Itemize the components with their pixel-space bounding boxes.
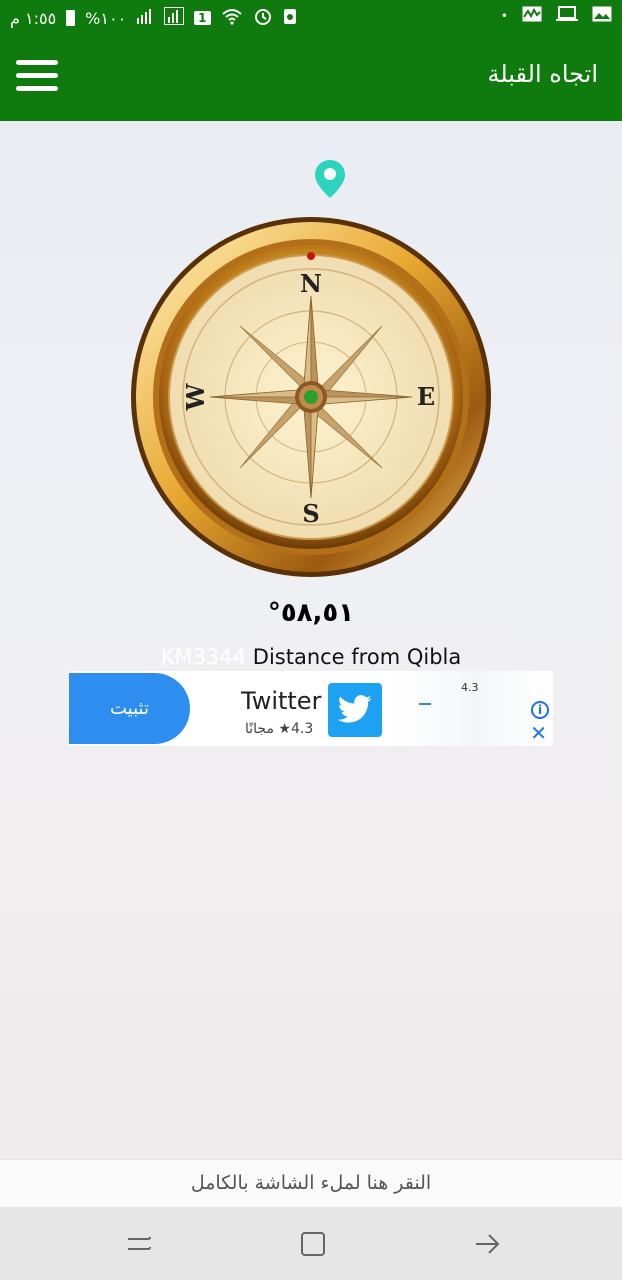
- status-left: ١:٥٥ م %١٠٠ 1: [10, 6, 297, 30]
- app-title: اتجاه القبلة: [487, 60, 598, 88]
- compass-west-label: W: [181, 382, 210, 411]
- compass-east-label: E: [417, 382, 435, 411]
- distance-value: KM3344: [160, 645, 247, 669]
- recycle-icon: [283, 7, 297, 29]
- qibla-pin-icon: [313, 158, 347, 200]
- ad-close-icon[interactable]: ✕: [530, 723, 547, 743]
- menu-icon-bar: [16, 60, 58, 65]
- back-button[interactable]: [472, 1229, 502, 1259]
- ad-banner[interactable]: تثبيت Twitter 4.3★ مجانًا 4.3 i ✕: [69, 671, 553, 746]
- wifi-icon: [221, 7, 243, 29]
- fullscreen-hint[interactable]: النقر هنا لملء الشاشة بالكامل: [0, 1159, 622, 1207]
- back-arrow-icon: [476, 1234, 500, 1254]
- menu-icon-bar: [16, 86, 58, 91]
- home-icon: [301, 1232, 325, 1256]
- activity-icon: [522, 6, 542, 26]
- recents-icon: [128, 1236, 151, 1250]
- ad-preview: 4.3 i ✕: [391, 671, 553, 746]
- recents-button[interactable]: [124, 1229, 154, 1259]
- compass-south-label: S: [302, 499, 319, 528]
- menu-button[interactable]: [16, 60, 58, 96]
- home-button[interactable]: [298, 1229, 328, 1259]
- laptop-icon: [556, 6, 578, 26]
- status-right: •: [501, 6, 612, 26]
- notification-dot: •: [500, 9, 508, 23]
- menu-icon-bar: [16, 73, 58, 78]
- alarm-icon: [253, 6, 273, 30]
- ad-app-name: Twitter: [241, 687, 322, 715]
- battery-icon: [66, 10, 76, 26]
- ad-info-icon[interactable]: i: [531, 701, 549, 719]
- app-bar: اتجاه القبلة: [0, 36, 622, 121]
- system-nav-bar: [0, 1207, 622, 1280]
- status-bar: ١:٥٥ م %١٠٠ 1 •: [0, 0, 622, 36]
- compass: N S E W: [130, 216, 492, 578]
- distance-label: Distance from Qibla: [252, 645, 462, 669]
- ad-install-button[interactable]: تثبيت: [69, 673, 190, 744]
- signal-2-icon: [164, 7, 185, 29]
- sim-slot-badge: 1: [194, 11, 211, 25]
- compass-north-label: N: [300, 269, 322, 298]
- ad-preview-dash: [419, 703, 431, 705]
- qibla-distance: KM3344 Distance from Qibla: [0, 645, 622, 669]
- image-icon: [592, 6, 612, 26]
- twitter-bird-icon[interactable]: [328, 683, 382, 737]
- ad-app-rating: 4.3★ مجانًا: [245, 721, 314, 737]
- qibla-degree: ٥٨,٥١°: [267, 598, 355, 628]
- signal-icon: [136, 8, 154, 28]
- battery-percent: %١٠٠: [85, 8, 127, 28]
- ad-preview-rating: 4.3: [461, 681, 479, 694]
- clock: ١:٥٥ م: [10, 8, 57, 28]
